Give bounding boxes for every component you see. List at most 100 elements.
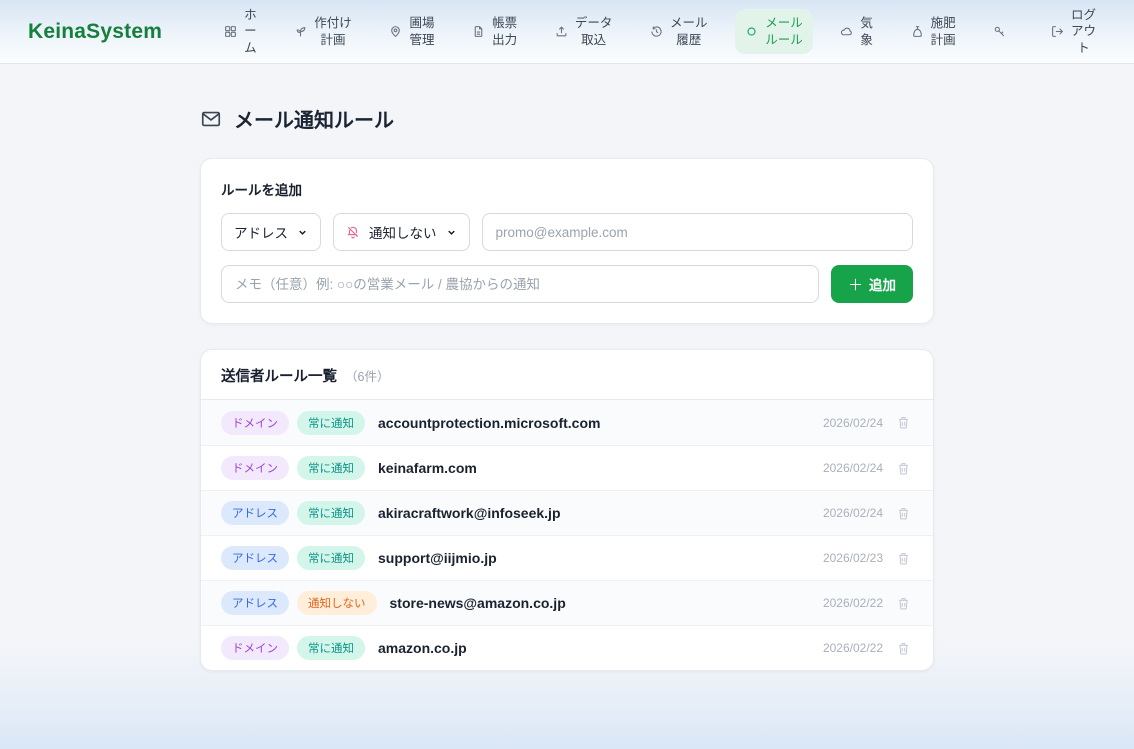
nav-item-fertilizer-plan[interactable]: 施肥 計画: [901, 9, 966, 54]
nav-label: メール 履歴: [670, 15, 708, 48]
nav-item-planting-plan[interactable]: 作付け 計画: [284, 9, 362, 54]
sender-rules-card: 送信者ルール一覧 （6件） ドメイン 常に通知 accountprotectio…: [200, 349, 934, 671]
logout-icon: [1051, 25, 1064, 38]
rule-row: ドメイン 常に通知 amazon.co.jp 2026/02/22: [201, 625, 933, 670]
add-rule-row-1: アドレス 通知しない: [221, 213, 913, 251]
rule-type-badge: ドメイン: [221, 636, 289, 660]
cloud-icon: [840, 25, 853, 38]
nav-item-data-import[interactable]: データ 取込: [545, 9, 623, 54]
trash-icon: [896, 596, 911, 611]
add-rule-button[interactable]: ＋ 追加: [831, 265, 913, 303]
rule-type-badge: アドレス: [221, 546, 289, 570]
rule-action-badge: 常に通知: [297, 501, 365, 525]
map-pin-icon: [389, 25, 402, 38]
rule-date: 2026/02/23: [823, 551, 883, 565]
brand-logo[interactable]: KeinaSystem: [28, 20, 162, 44]
trash-icon: [896, 461, 911, 476]
rule-row: ドメイン 常に通知 keinafarm.com 2026/02/24: [201, 445, 933, 490]
rule-date: 2026/02/24: [823, 416, 883, 430]
rule-action-badge: 常に通知: [297, 636, 365, 660]
rule-value: support@iijmio.jp: [378, 550, 497, 566]
rule-value: keinafarm.com: [378, 460, 477, 476]
nav-label: ホ ー ム: [244, 7, 257, 56]
rule-date: 2026/02/22: [823, 641, 883, 655]
nav-item-password-key[interactable]: [983, 12, 1023, 52]
key-icon: [993, 25, 1006, 38]
chevron-down-icon: [446, 227, 457, 238]
bell-slash-icon: [346, 225, 360, 239]
trash-icon: [896, 506, 911, 521]
rule-action-select[interactable]: 通知しない: [333, 213, 470, 251]
rule-type-selected-value: アドレス: [234, 222, 288, 242]
rule-action-badge: 常に通知: [297, 546, 365, 570]
nav-label: 施肥 計画: [931, 15, 956, 48]
trash-icon: [896, 415, 911, 430]
add-rule-card: ルールを追加 アドレス 通知しない ＋ 追加: [200, 158, 934, 324]
nav-label: 作付け 計画: [314, 15, 352, 48]
document-icon: [472, 25, 485, 38]
dashboard-grid-icon: [224, 25, 237, 38]
nav-item-logout[interactable]: ログ アウ ト: [1041, 1, 1106, 62]
main-nav: ホ ー ム 作付け 計画 圃場 管理 帳票 出力 データ 取込 メール 履歴 メ…: [214, 1, 1106, 62]
nav-item-weather[interactable]: 気 象: [830, 9, 883, 54]
rule-value: amazon.co.jp: [378, 640, 467, 656]
nav-item-field-management[interactable]: 圃場 管理: [379, 9, 444, 54]
rule-type-badge: アドレス: [221, 501, 289, 525]
nav-label: 圃場 管理: [409, 15, 434, 48]
rule-memo-input[interactable]: [221, 265, 819, 303]
sender-rules-header: 送信者ルール一覧 （6件）: [201, 350, 933, 400]
rule-row: ドメイン 常に通知 accountprotection.microsoft.co…: [201, 400, 933, 445]
upload-icon: [555, 25, 568, 38]
rule-type-badge: ドメイン: [221, 411, 289, 435]
delete-rule-button[interactable]: [894, 594, 913, 613]
sender-rules-title: 送信者ルール一覧: [221, 365, 337, 386]
nav-item-home[interactable]: ホ ー ム: [214, 1, 267, 62]
nav-item-report-output[interactable]: 帳票 出力: [462, 9, 527, 54]
rule-type-select[interactable]: アドレス: [221, 213, 321, 251]
delete-rule-button[interactable]: [894, 639, 913, 658]
nav-label: データ 取込: [575, 15, 613, 48]
top-navigation-bar: KeinaSystem ホ ー ム 作付け 計画 圃場 管理 帳票 出力 データ…: [0, 0, 1134, 64]
nav-label: 気 象: [860, 15, 873, 48]
rule-value: accountprotection.microsoft.com: [378, 415, 600, 431]
delete-rule-button[interactable]: [894, 549, 913, 568]
rule-row: アドレス 常に通知 akiracraftwork@infoseek.jp 202…: [201, 490, 933, 535]
nav-label: メール ルール: [765, 15, 803, 48]
nav-label: ログ アウ ト: [1071, 7, 1096, 56]
page-title-text: メール通知ルール: [234, 104, 394, 133]
rule-value: akiracraftwork@infoseek.jp: [378, 505, 561, 521]
add-button-label: 追加: [869, 274, 896, 294]
sender-rules-list: ドメイン 常に通知 accountprotection.microsoft.co…: [201, 400, 933, 670]
rule-row: アドレス 通知しない store-news@amazon.co.jp 2026/…: [201, 580, 933, 625]
nav-item-mail-history[interactable]: メール 履歴: [640, 9, 718, 54]
rule-action-selected-value: 通知しない: [369, 222, 437, 242]
rule-action-badge: 常に通知: [297, 411, 365, 435]
delete-rule-button[interactable]: [894, 459, 913, 478]
rule-action-badge: 常に通知: [297, 456, 365, 480]
chevron-down-icon: [297, 227, 308, 238]
rule-date: 2026/02/24: [823, 461, 883, 475]
add-rule-row-2: ＋ 追加: [221, 265, 913, 303]
fertilizer-icon: [911, 25, 924, 38]
notification-circle-icon: [745, 25, 758, 38]
delete-rule-button[interactable]: [894, 413, 913, 432]
rule-type-badge: ドメイン: [221, 456, 289, 480]
nav-item-mail-rules[interactable]: メール ルール: [735, 9, 813, 54]
envelope-icon: [200, 108, 222, 130]
history-icon: [650, 25, 663, 38]
rule-row: アドレス 常に通知 support@iijmio.jp 2026/02/23: [201, 535, 933, 580]
rule-target-input[interactable]: [482, 213, 914, 251]
trash-icon: [896, 551, 911, 566]
seedling-icon: [294, 25, 307, 38]
rule-date: 2026/02/22: [823, 596, 883, 610]
trash-icon: [896, 641, 911, 656]
delete-rule-button[interactable]: [894, 504, 913, 523]
main-content: メール通知ルール ルールを追加 アドレス 通知しない ＋ 追加: [200, 64, 934, 671]
nav-label: 帳票 出力: [492, 15, 517, 48]
rule-date: 2026/02/24: [823, 506, 883, 520]
add-rule-heading: ルールを追加: [221, 179, 913, 199]
page-title: メール通知ルール: [200, 104, 934, 133]
plus-icon: ＋: [848, 274, 863, 295]
rule-value: store-news@amazon.co.jp: [390, 595, 566, 611]
sender-rules-count: （6件）: [345, 366, 389, 385]
